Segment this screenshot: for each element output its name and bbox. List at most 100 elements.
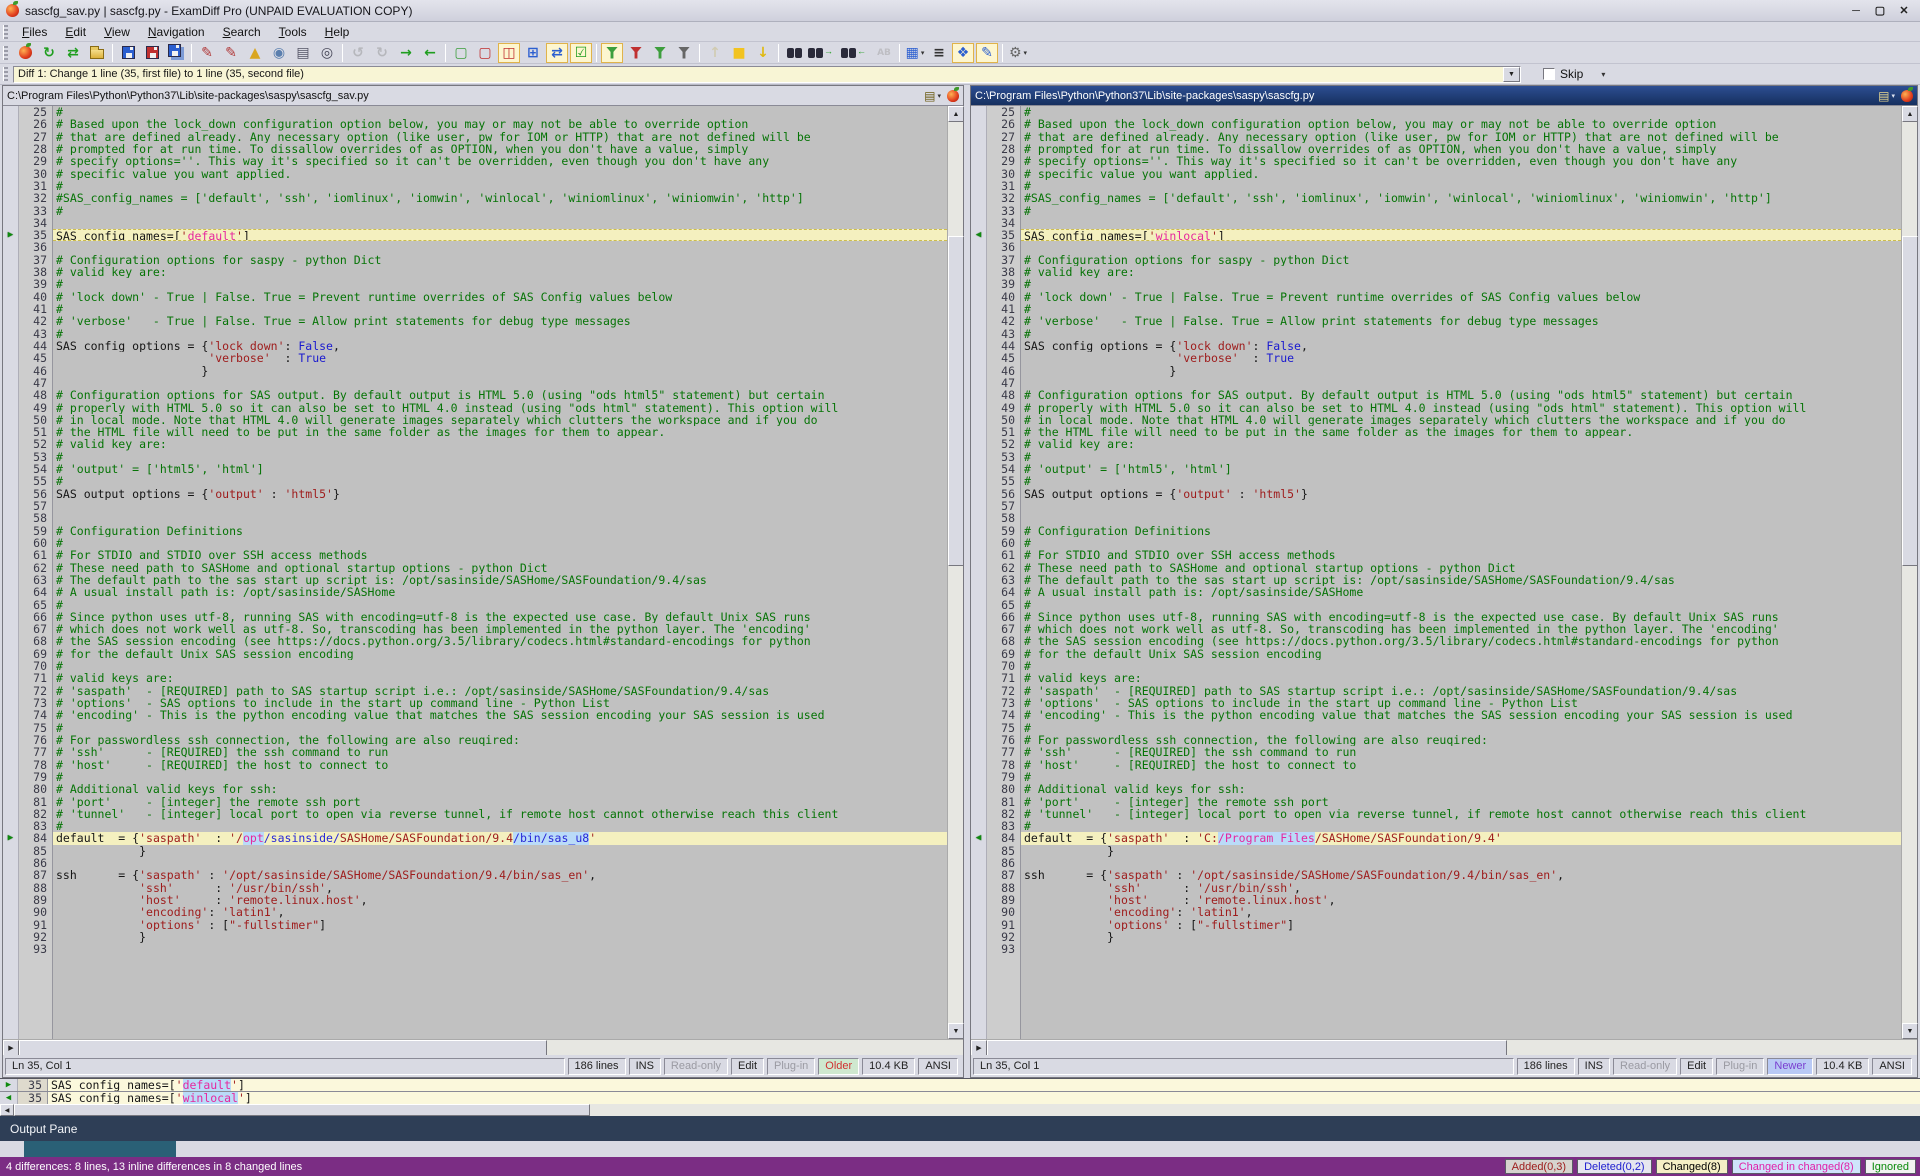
code-text[interactable]: #: [53, 328, 947, 340]
code-text[interactable]: #: [53, 475, 947, 487]
code-text[interactable]: }: [53, 365, 947, 377]
code-text[interactable]: 'host' : 'remote.linux.host',: [53, 894, 947, 906]
code-text[interactable]: # which does not work well as utf-8. So,…: [53, 623, 947, 635]
scroll-down-icon[interactable]: ▼: [1902, 1023, 1918, 1039]
chevron-down-icon[interactable]: ▾: [1601, 70, 1605, 79]
code-text[interactable]: #: [1021, 660, 1901, 672]
swap-panes-icon[interactable]: ⇄: [546, 43, 568, 63]
replace-icon[interactable]: AB: [873, 43, 895, 63]
plugins-icon[interactable]: ❖: [952, 43, 974, 63]
code-text[interactable]: # 'host' - [REQUIRED] the host to connec…: [1021, 759, 1901, 771]
undo-icon[interactable]: ↺: [347, 43, 369, 63]
right-vertical-scrollbar[interactable]: ▲ ▼: [1901, 106, 1917, 1039]
edit-first-icon[interactable]: ✎: [196, 43, 218, 63]
code-text[interactable]: [1021, 512, 1901, 524]
code-text[interactable]: #: [1021, 475, 1901, 487]
scroll-up-icon[interactable]: ▲: [948, 106, 964, 122]
code-text[interactable]: # Based upon the lock_down configuration…: [53, 118, 947, 130]
code-text[interactable]: # the HTML file will need to be put in t…: [53, 426, 947, 438]
snapshot-first-icon[interactable]: ▲: [244, 43, 266, 63]
code-text[interactable]: # 'port' - [integer] the remote ssh port: [53, 796, 947, 808]
code-text[interactable]: #: [53, 722, 947, 734]
code-text[interactable]: #SAS_config_names = ['default', 'ssh', '…: [1021, 192, 1901, 204]
current-diff-icon[interactable]: ■: [728, 43, 750, 63]
code-text[interactable]: default = {'saspath' : '/opt/sasinside/S…: [53, 832, 947, 844]
code-text[interactable]: # 'ssh' - [REQUIRED] the ssh command to …: [1021, 746, 1901, 758]
edit-flag[interactable]: Edit: [731, 1058, 764, 1075]
refresh-files-icon[interactable]: ⇄: [62, 43, 84, 63]
code-text[interactable]: #: [53, 106, 947, 118]
code-text[interactable]: # Configuration options for saspy - pyth…: [53, 254, 947, 266]
close-button[interactable]: ✕: [1892, 2, 1916, 19]
code-text[interactable]: }: [53, 931, 947, 943]
code-text[interactable]: #: [53, 771, 947, 783]
toolbar-grip[interactable]: [3, 46, 8, 60]
diff-pane-scrollbar[interactable]: ◀: [0, 1104, 1920, 1116]
code-text[interactable]: # 'options' - SAS options to include in …: [53, 697, 947, 709]
code-text[interactable]: #: [1021, 599, 1901, 611]
copy-to-left-icon[interactable]: ←: [419, 43, 441, 63]
output-pane-header[interactable]: Output Pane: [0, 1116, 1920, 1141]
code-text[interactable]: [53, 512, 947, 524]
code-text[interactable]: # 'lock_down' - True | False. True = Pre…: [1021, 291, 1901, 303]
code-text[interactable]: }: [1021, 931, 1901, 943]
grid-view-icon[interactable]: ⊞: [522, 43, 544, 63]
chevron-down-icon[interactable]: ▾: [937, 92, 941, 100]
code-text[interactable]: 'host' : 'remote.linux.host',: [1021, 894, 1901, 906]
show-identical-icon[interactable]: ▢: [450, 43, 472, 63]
code-text[interactable]: # valid key are:: [1021, 438, 1901, 450]
chevron-down-icon[interactable]: ▼: [1503, 67, 1520, 82]
diff-selector-combo[interactable]: Diff 1: Change 1 line (35, first file) t…: [13, 66, 1521, 83]
code-text[interactable]: # for the default Unix SAS session encod…: [53, 648, 947, 660]
code-text[interactable]: # 'options' - SAS options to include in …: [1021, 697, 1901, 709]
toolbar-grip[interactable]: [3, 67, 8, 81]
scroll-right-icon[interactable]: ▶: [971, 1040, 987, 1056]
scrollbar-thumb[interactable]: [948, 236, 964, 566]
code-text[interactable]: # the SAS session encoding (see https://…: [53, 635, 947, 647]
save-second-icon[interactable]: [141, 43, 163, 63]
previous-diff-icon[interactable]: ↑: [704, 43, 726, 63]
code-text[interactable]: [1021, 217, 1901, 229]
menu-item-edit[interactable]: Edit: [56, 23, 95, 41]
code-text[interactable]: # A usual install path is: /opt/sasinsid…: [1021, 586, 1901, 598]
code-text[interactable]: 'verbose' : True: [1021, 352, 1901, 364]
code-text[interactable]: 'encoding': 'latin1',: [53, 906, 947, 918]
scroll-up-icon[interactable]: ▲: [1902, 106, 1918, 122]
code-text[interactable]: [1021, 241, 1901, 253]
code-text[interactable]: #: [53, 451, 947, 463]
code-text[interactable]: #: [1021, 451, 1901, 463]
menu-item-files[interactable]: Files: [13, 23, 56, 41]
code-text[interactable]: [1021, 377, 1901, 389]
code-text[interactable]: [53, 943, 947, 955]
skip-checkbox[interactable]: [1543, 68, 1555, 80]
code-text[interactable]: SAS_config_names=['winlocal']: [1021, 229, 1901, 241]
code-text[interactable]: # valid key are:: [53, 266, 947, 278]
menu-item-help[interactable]: Help: [316, 23, 359, 41]
code-text[interactable]: # For passwordless ssh connection, the f…: [53, 734, 947, 746]
code-text[interactable]: SAS_output_options = {'output' : 'html5'…: [1021, 488, 1901, 500]
code-text[interactable]: #: [53, 278, 947, 290]
left-vertical-scrollbar[interactable]: ▲ ▼: [947, 106, 963, 1039]
code-text[interactable]: # the HTML file will need to be put in t…: [1021, 426, 1901, 438]
current-diff-row[interactable]: ▶35SAS_config_names=['default']: [0, 1079, 1920, 1092]
code-text[interactable]: # valid key are:: [53, 438, 947, 450]
print-page-icon[interactable]: ▤: [924, 89, 935, 103]
code-text[interactable]: # the SAS session encoding (see https://…: [1021, 635, 1901, 647]
code-text[interactable]: # 'host' - [REQUIRED] the host to connec…: [53, 759, 947, 771]
code-text[interactable]: #: [53, 660, 947, 672]
code-text[interactable]: #: [1021, 180, 1901, 192]
scrollbar-thumb[interactable]: [987, 1040, 1507, 1056]
scroll-left-icon[interactable]: ◀: [0, 1104, 14, 1116]
code-text[interactable]: # 'port' - [integer] the remote ssh port: [1021, 796, 1901, 808]
code-text[interactable]: #: [53, 303, 947, 315]
code-text[interactable]: # prompted for at run time. To dissallow…: [53, 143, 947, 155]
layout-icon[interactable]: ▦▾: [904, 43, 926, 63]
code-text[interactable]: # 'tunnel' - [integer] local port to ope…: [1021, 808, 1901, 820]
code-text[interactable]: # which does not work well as utf-8. So,…: [1021, 623, 1901, 635]
code-text[interactable]: 'ssh' : '/usr/bin/ssh',: [1021, 882, 1901, 894]
code-text[interactable]: # 'verbose' - True | False. True = Allow…: [1021, 315, 1901, 327]
code-text[interactable]: [1021, 857, 1901, 869]
code-text[interactable]: ssh = {'saspath' : '/opt/sasinside/SASHo…: [1021, 869, 1901, 881]
code-text[interactable]: # Configuration options for SAS output. …: [53, 389, 947, 401]
code-text[interactable]: # 'output' = ['html5', 'html']: [53, 463, 947, 475]
